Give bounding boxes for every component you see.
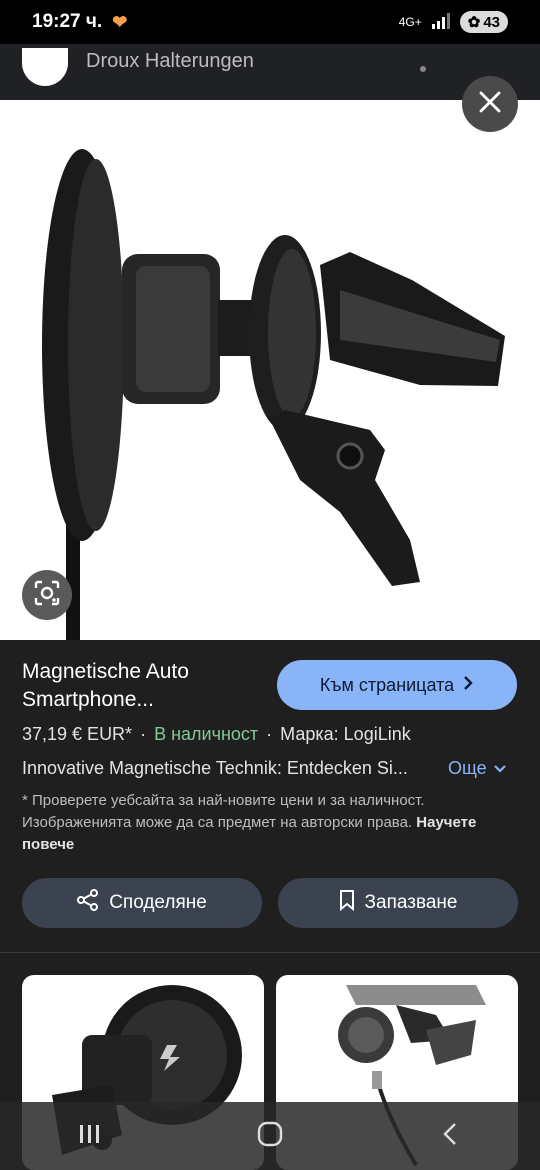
network-label: 4G+ xyxy=(398,15,422,29)
lens-search-button[interactable] xyxy=(22,570,72,620)
menu-dot-icon xyxy=(420,66,426,72)
product-title[interactable]: Magnetische Auto Smartphone... xyxy=(22,658,262,714)
status-left: 19:27 ч. ❤ xyxy=(32,11,127,33)
background-site-title: Droux Halterungen xyxy=(86,50,254,72)
home-button[interactable] xyxy=(240,1116,300,1156)
back-button[interactable] xyxy=(420,1116,480,1156)
visit-page-button[interactable]: Към страницата xyxy=(277,660,517,710)
home-icon xyxy=(257,1121,283,1152)
more-button[interactable]: Още xyxy=(448,758,507,779)
car-mount-illustration xyxy=(42,149,505,640)
recent-apps-button[interactable] xyxy=(60,1116,120,1156)
heart-icon: ❤ xyxy=(112,11,128,32)
battery-indicator: ✿ 43 xyxy=(459,11,508,33)
visit-label: Към страницата xyxy=(319,674,455,695)
chevron-right-icon xyxy=(462,675,474,696)
site-logo xyxy=(22,48,68,86)
background-site-header: Droux Halterungen xyxy=(0,44,540,100)
share-button[interactable]: Споделяне xyxy=(22,878,262,928)
battery-level: 43 xyxy=(483,13,500,31)
stock-status: В наличност xyxy=(154,724,259,744)
lens-icon xyxy=(33,579,61,612)
disclaimer-note: * Проверете уебсайта за най-новите цени … xyxy=(22,790,518,856)
action-buttons: Споделяне Запазване xyxy=(22,878,518,928)
section-divider xyxy=(0,952,540,953)
recent-apps-icon xyxy=(79,1124,101,1149)
product-description: Innovative Magnetische Technik: Entdecke… xyxy=(22,758,408,778)
separator-dot: · xyxy=(266,724,273,744)
save-label: Запазване xyxy=(364,892,458,913)
product-meta: 37,19 € EUR* · В наличност · Марка: Logi… xyxy=(22,724,411,745)
close-icon xyxy=(479,91,501,118)
more-label: Още xyxy=(448,758,487,778)
status-right: 4G+ ✿ 43 xyxy=(399,11,508,33)
system-nav-bar xyxy=(0,1102,540,1170)
product-image[interactable] xyxy=(0,100,540,640)
brand: Марка: LogiLink xyxy=(280,724,411,744)
status-time: 19:27 ч. xyxy=(32,11,103,32)
disclaimer-text: * Проверете уебсайта за най-новите цени … xyxy=(22,792,425,831)
status-bar: 19:27 ч. ❤ 4G+ ✿ 43 xyxy=(0,0,540,44)
separator-dot: · xyxy=(140,724,147,744)
save-button[interactable]: Запазване xyxy=(278,878,518,928)
signal-icon xyxy=(431,12,450,32)
leaf-icon: ✿ xyxy=(467,14,481,31)
share-icon xyxy=(77,889,99,917)
close-button[interactable] xyxy=(462,76,518,132)
product-info: Magnetische Auto Smartphone... Към стран… xyxy=(0,640,540,952)
chevron-down-icon xyxy=(493,758,507,779)
bookmark-icon xyxy=(339,889,355,917)
price: 37,19 € EUR* xyxy=(22,724,133,744)
back-icon xyxy=(442,1122,458,1151)
share-label: Споделяне xyxy=(109,892,207,913)
